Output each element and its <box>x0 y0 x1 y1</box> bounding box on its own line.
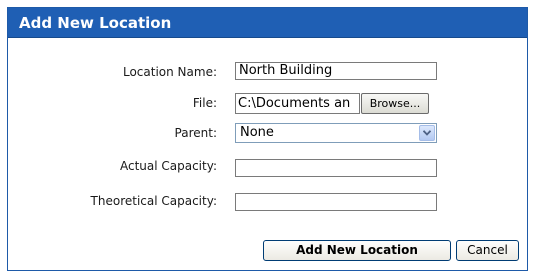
parent-selected-value: None <box>240 125 274 140</box>
actual-capacity-label: Actual Capacity: <box>119 159 217 173</box>
theoretical-capacity-label: Theoretical Capacity: <box>90 194 217 208</box>
theoretical-capacity-input[interactable] <box>235 193 437 211</box>
parent-select[interactable]: None <box>235 123 437 143</box>
location-name-input[interactable]: North Building <box>235 62 437 80</box>
add-new-location-button[interactable]: Add New Location <box>263 240 451 261</box>
dialog-titlebar: Add New Location <box>8 8 527 38</box>
file-path-input[interactable]: C:\Documents an <box>235 93 360 114</box>
browse-button[interactable]: Browse... <box>361 93 429 114</box>
add-location-dialog: Add New Location Location Name: North Bu… <box>7 7 528 271</box>
location-name-label: Location Name: <box>122 65 217 79</box>
cancel-button[interactable]: Cancel <box>456 240 519 261</box>
dialog-title: Add New Location <box>19 14 172 32</box>
file-label: File: <box>192 96 217 110</box>
parent-dropdown-button[interactable] <box>419 125 435 141</box>
actual-capacity-input[interactable] <box>235 159 437 177</box>
chevron-down-icon <box>423 130 431 136</box>
parent-label: Parent: <box>174 126 217 140</box>
